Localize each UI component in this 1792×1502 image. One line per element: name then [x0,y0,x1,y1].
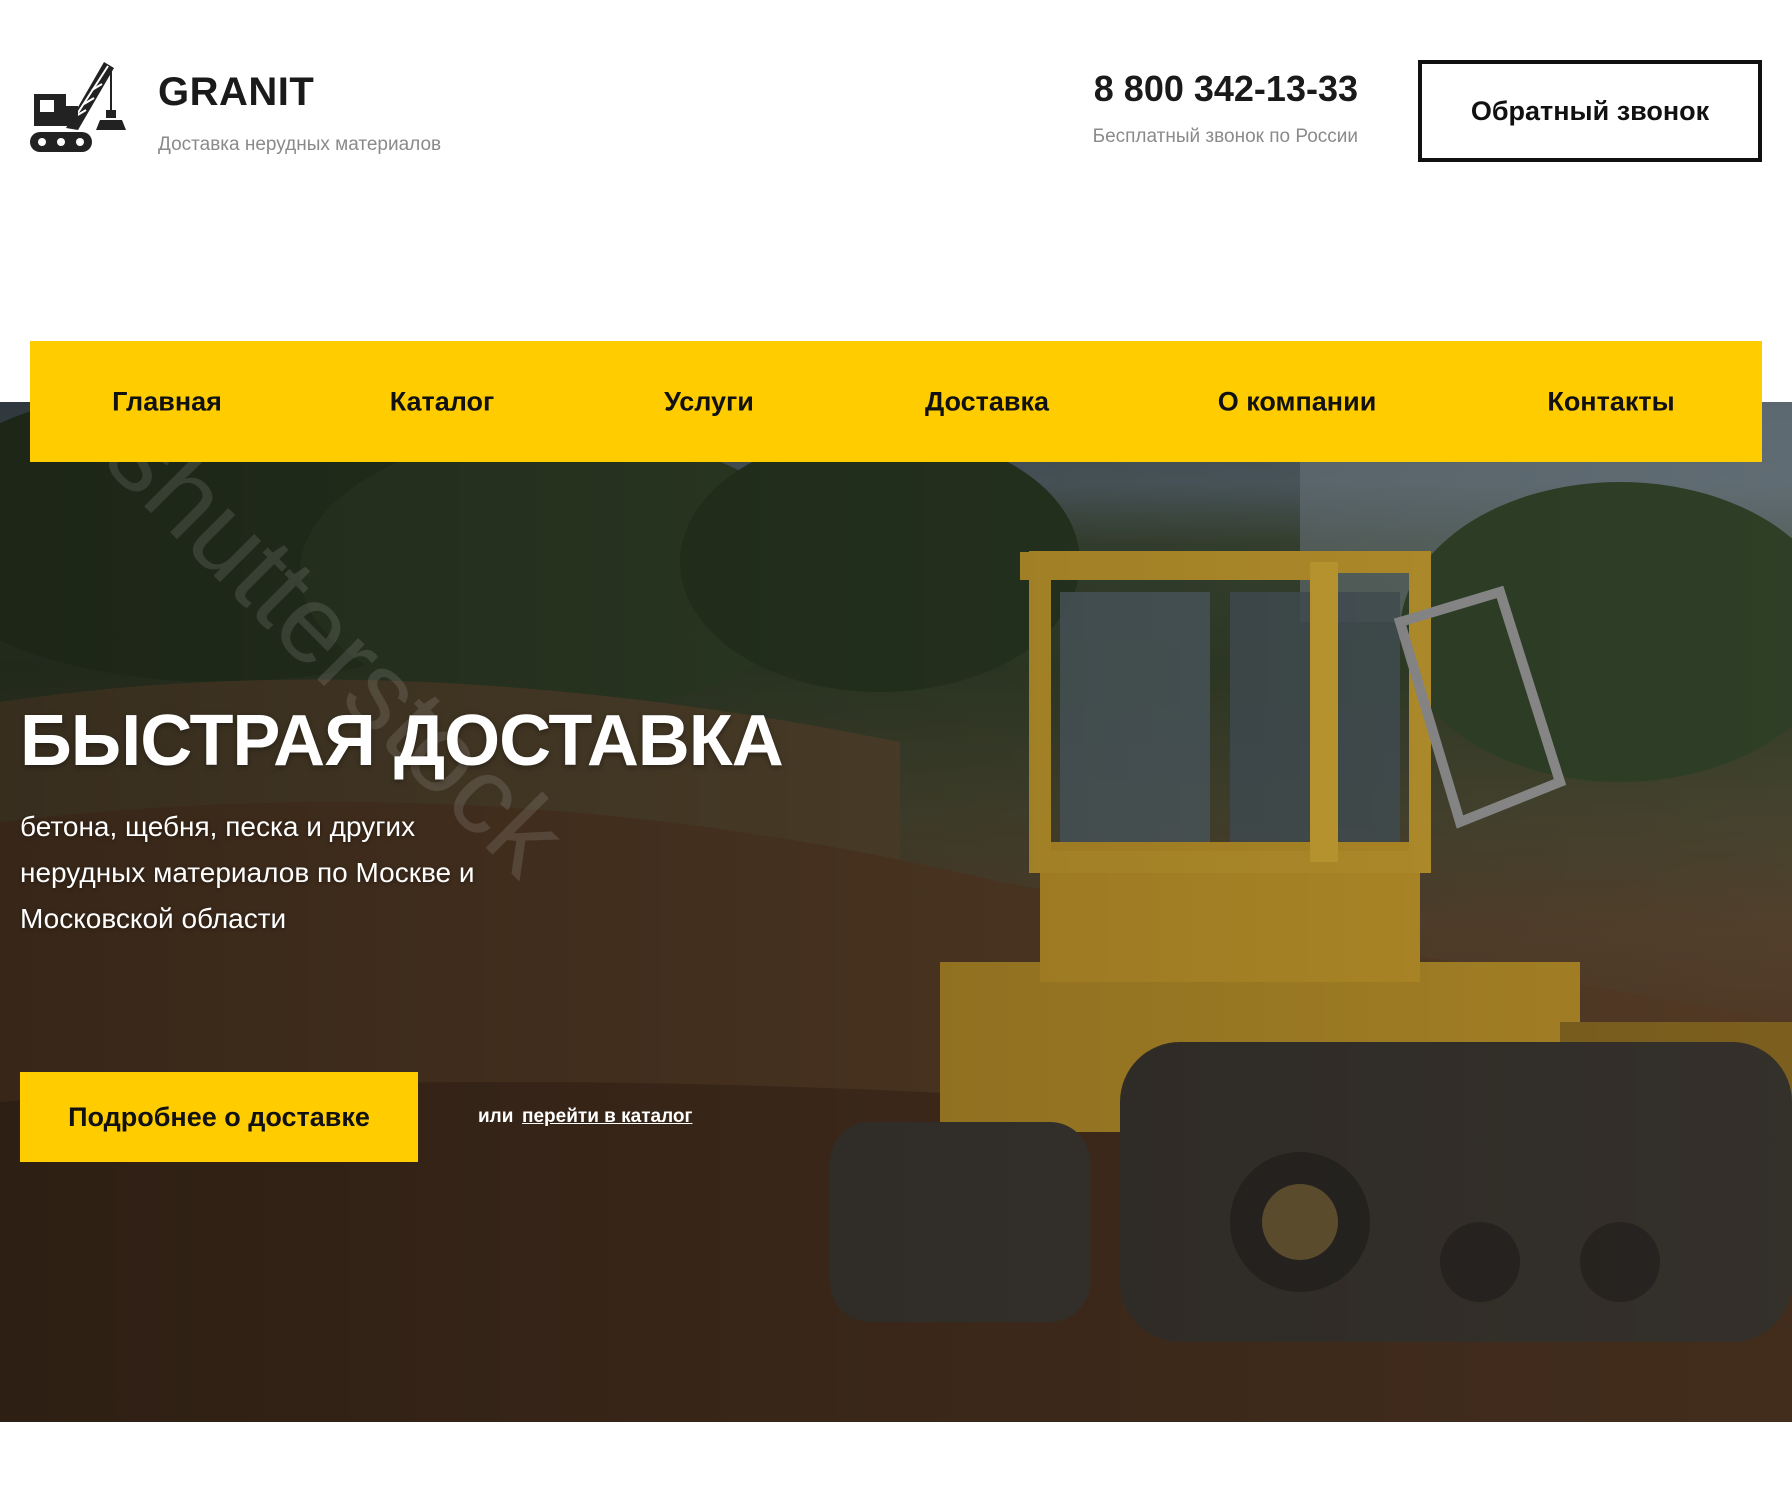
delivery-details-button[interactable]: Подробнее о доставке [20,1072,418,1162]
nav-item-home[interactable]: Главная [112,386,222,417]
or-text: или [478,1106,514,1127]
main-nav: Главная Каталог Услуги Доставка О компан… [30,341,1762,462]
brand-name[interactable]: GRANIT [158,70,314,115]
page: GRANIT Доставка нерудных материалов 8 80… [0,0,1792,1502]
crawler-crane-icon[interactable] [28,58,132,162]
catalog-link[interactable]: перейти в каталог [522,1106,692,1128]
callback-button[interactable]: Обратный звонок [1418,60,1762,162]
phone-note: Бесплатный звонок по России [1092,126,1358,147]
hero-subtitle: бетона, щебня, песка и других нерудных м… [20,811,475,934]
hero-title: БЫСТРАЯ ДОСТАВКА [20,701,784,781]
nav-item-contacts[interactable]: Контакты [1547,386,1674,417]
nav-item-services[interactable]: Услуги [664,386,754,417]
brand-tagline: Доставка нерудных материалов [158,134,442,155]
nav-item-delivery[interactable]: Доставка [925,386,1049,417]
phone-number[interactable]: 8 800 342-13-33 [1094,68,1358,110]
nav-item-catalog[interactable]: Каталог [390,386,495,417]
nav-item-about[interactable]: О компании [1218,386,1377,417]
